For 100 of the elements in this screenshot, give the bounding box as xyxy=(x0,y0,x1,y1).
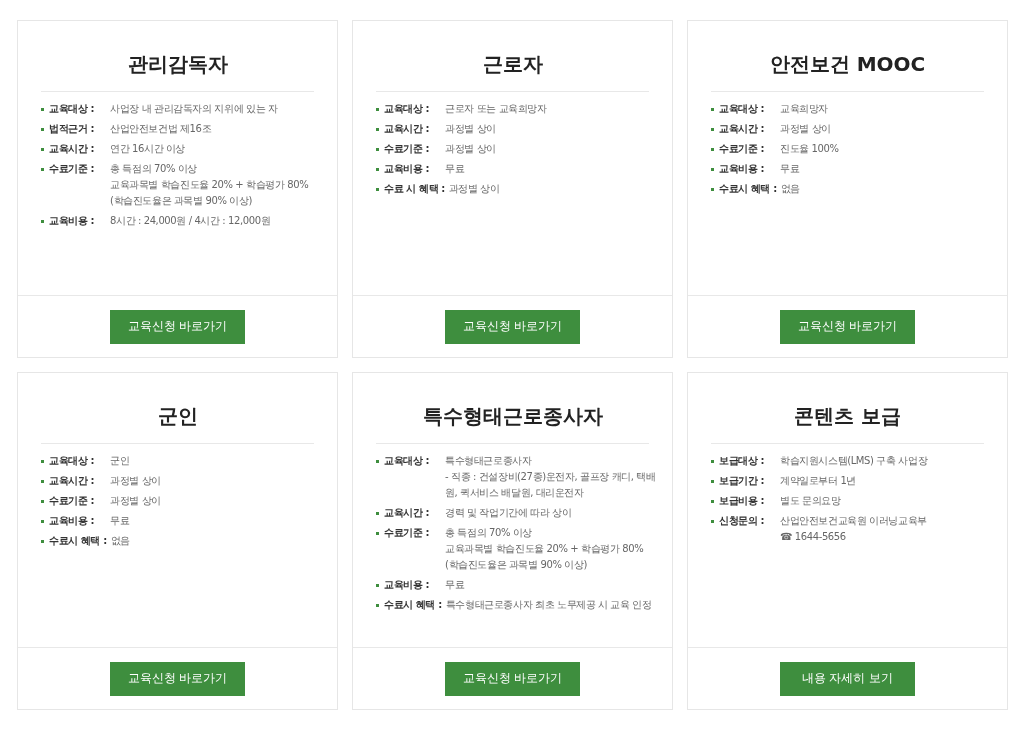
bullet-icon xyxy=(41,168,44,171)
card-title: 안전보건 MOOC xyxy=(711,21,984,92)
item-value: 과정별 상이 xyxy=(110,474,161,488)
bullet-icon xyxy=(376,584,379,587)
bullet-icon xyxy=(41,148,44,151)
item-label: 교육시간 : xyxy=(719,122,766,136)
item-label: 교육대상 : xyxy=(49,102,96,116)
item-label: 교육시간 : xyxy=(384,122,431,136)
item-value: 무료 xyxy=(445,578,465,592)
item-label: 교육비용 : xyxy=(384,162,431,176)
apply-button[interactable]: 교육신청 바로가기 xyxy=(780,309,915,344)
item-value: 별도 문의요망 xyxy=(780,494,841,508)
item-label: 수료기준 : xyxy=(384,526,431,540)
card-title: 콘텐츠 보급 xyxy=(711,373,984,444)
item-label: 신청문의 : xyxy=(719,514,766,528)
item-value: 과정별 상이 xyxy=(448,182,500,196)
bullet-icon xyxy=(711,148,714,151)
item-label: 교육비용 : xyxy=(49,214,96,228)
item-label: 수료시 혜택 : xyxy=(384,598,442,612)
item-value: 학습지원시스템(LMS) 구축 사업장 xyxy=(780,454,928,468)
item-label: 교육대상 : xyxy=(384,102,431,116)
item-value: 경력 및 작업기간에 따라 상이 xyxy=(445,506,572,520)
card-title: 군인 xyxy=(41,373,314,444)
item-value: 특수형태근로종사자 xyxy=(445,454,533,468)
item-value: 총 득점의 70% 이상 xyxy=(445,526,533,540)
bullet-icon xyxy=(376,148,379,151)
item-value: 교육과목별 학습진도율 20% + 학습평가 80% xyxy=(110,178,309,192)
item-label: 수료기준 : xyxy=(384,142,431,156)
item-value: 총 득점의 70% 이상 xyxy=(110,162,198,176)
bullet-icon xyxy=(376,532,379,535)
bullet-icon xyxy=(41,108,44,111)
item-label: 교육대상 : xyxy=(49,454,96,468)
item-label: 보급비용 : xyxy=(719,494,766,508)
item-value: 무료 xyxy=(110,514,130,528)
bullet-icon xyxy=(711,168,714,171)
item-value: (학습진도율은 과목별 90% 이상) xyxy=(445,558,588,572)
bullet-icon xyxy=(376,188,379,191)
item-label: 수료기준 : xyxy=(49,162,96,176)
item-label: 수료 시 혜택 : xyxy=(384,182,445,196)
item-value: 무료 xyxy=(780,162,800,176)
item-value: 특수형태근로종사자 최초 노무제공 시 교육 인정 xyxy=(445,598,652,612)
bullet-icon xyxy=(41,460,44,463)
item-value: 사업장 내 관리감독자의 지위에 있는 자 xyxy=(110,102,278,116)
bullet-icon xyxy=(711,460,714,463)
bullet-icon xyxy=(41,540,44,543)
item-label: 보급대상 : xyxy=(719,454,766,468)
apply-button[interactable]: 내용 자세히 보기 xyxy=(780,661,915,696)
item-value: 산업안전보건교육원 이러닝교육부 xyxy=(780,514,927,528)
item-value: 진도율 100% xyxy=(780,142,839,156)
item-label: 교육시간 : xyxy=(49,142,96,156)
item-value: 없음 xyxy=(780,182,800,196)
bullet-icon xyxy=(711,500,714,503)
bullet-icon xyxy=(41,500,44,503)
item-label: 교육시간 : xyxy=(384,506,431,520)
bullet-icon xyxy=(711,520,714,523)
item-value: 과정별 상이 xyxy=(445,142,496,156)
item-label: 수료기준 : xyxy=(719,142,766,156)
item-label: 교육대상 : xyxy=(384,454,431,468)
bullet-icon xyxy=(711,188,714,191)
item-label: 법적근거 : xyxy=(49,122,96,136)
item-value: 과정별 상이 xyxy=(780,122,831,136)
card-title: 근로자 xyxy=(376,21,649,92)
apply-button[interactable]: 교육신청 바로가기 xyxy=(110,309,245,344)
card-title: 특수형태근로종사자 xyxy=(376,373,649,444)
bullet-icon xyxy=(41,520,44,523)
item-label: 교육대상 : xyxy=(719,102,766,116)
item-label: 교육시간 : xyxy=(49,474,96,488)
bullet-icon xyxy=(711,108,714,111)
card-title: 관리감독자 xyxy=(41,21,314,92)
apply-button[interactable]: 교육신청 바로가기 xyxy=(445,661,580,696)
item-value: 근로자 또는 교육희망자 xyxy=(445,102,547,116)
bullet-icon xyxy=(41,128,44,131)
bullet-icon xyxy=(376,108,379,111)
item-label: 교육비용 : xyxy=(49,514,96,528)
bullet-icon xyxy=(41,220,44,223)
item-value: - 직종 : 건설장비(27종)운전자, 골프장 캐디, 택배 xyxy=(445,470,656,484)
bullet-icon xyxy=(376,512,379,515)
item-value: 무료 xyxy=(445,162,465,176)
item-label: 교육비용 : xyxy=(719,162,766,176)
item-value: 과정별 상이 xyxy=(445,122,496,136)
item-value: 원, 퀵서비스 배달원, 대리운전자 xyxy=(445,486,585,500)
item-value: 군인 xyxy=(110,454,130,468)
bullet-icon xyxy=(376,460,379,463)
apply-button[interactable]: 교육신청 바로가기 xyxy=(110,661,245,696)
item-label: 수료기준 : xyxy=(49,494,96,508)
item-value: ☎ 1644-5656 xyxy=(780,530,847,544)
item-value: 없음 xyxy=(110,534,130,548)
bullet-icon xyxy=(376,168,379,171)
item-value: 교육과목별 학습진도율 20% + 학습평가 80% xyxy=(445,542,644,556)
item-value: 8시간 : 24,000원 / 4시간 : 12,000원 xyxy=(110,214,271,228)
bullet-icon xyxy=(41,480,44,483)
item-value: 산업안전보건법 제16조 xyxy=(110,122,212,136)
item-label: 수료시 혜택 : xyxy=(49,534,107,548)
item-value: 연간 16시간 이상 xyxy=(110,142,186,156)
item-label: 수료시 혜택 : xyxy=(719,182,777,196)
bullet-icon xyxy=(711,128,714,131)
bullet-icon xyxy=(376,128,379,131)
apply-button[interactable]: 교육신청 바로가기 xyxy=(445,309,580,344)
item-value: 과정별 상이 xyxy=(110,494,161,508)
item-value: 계약일로부터 1년 xyxy=(780,474,856,488)
